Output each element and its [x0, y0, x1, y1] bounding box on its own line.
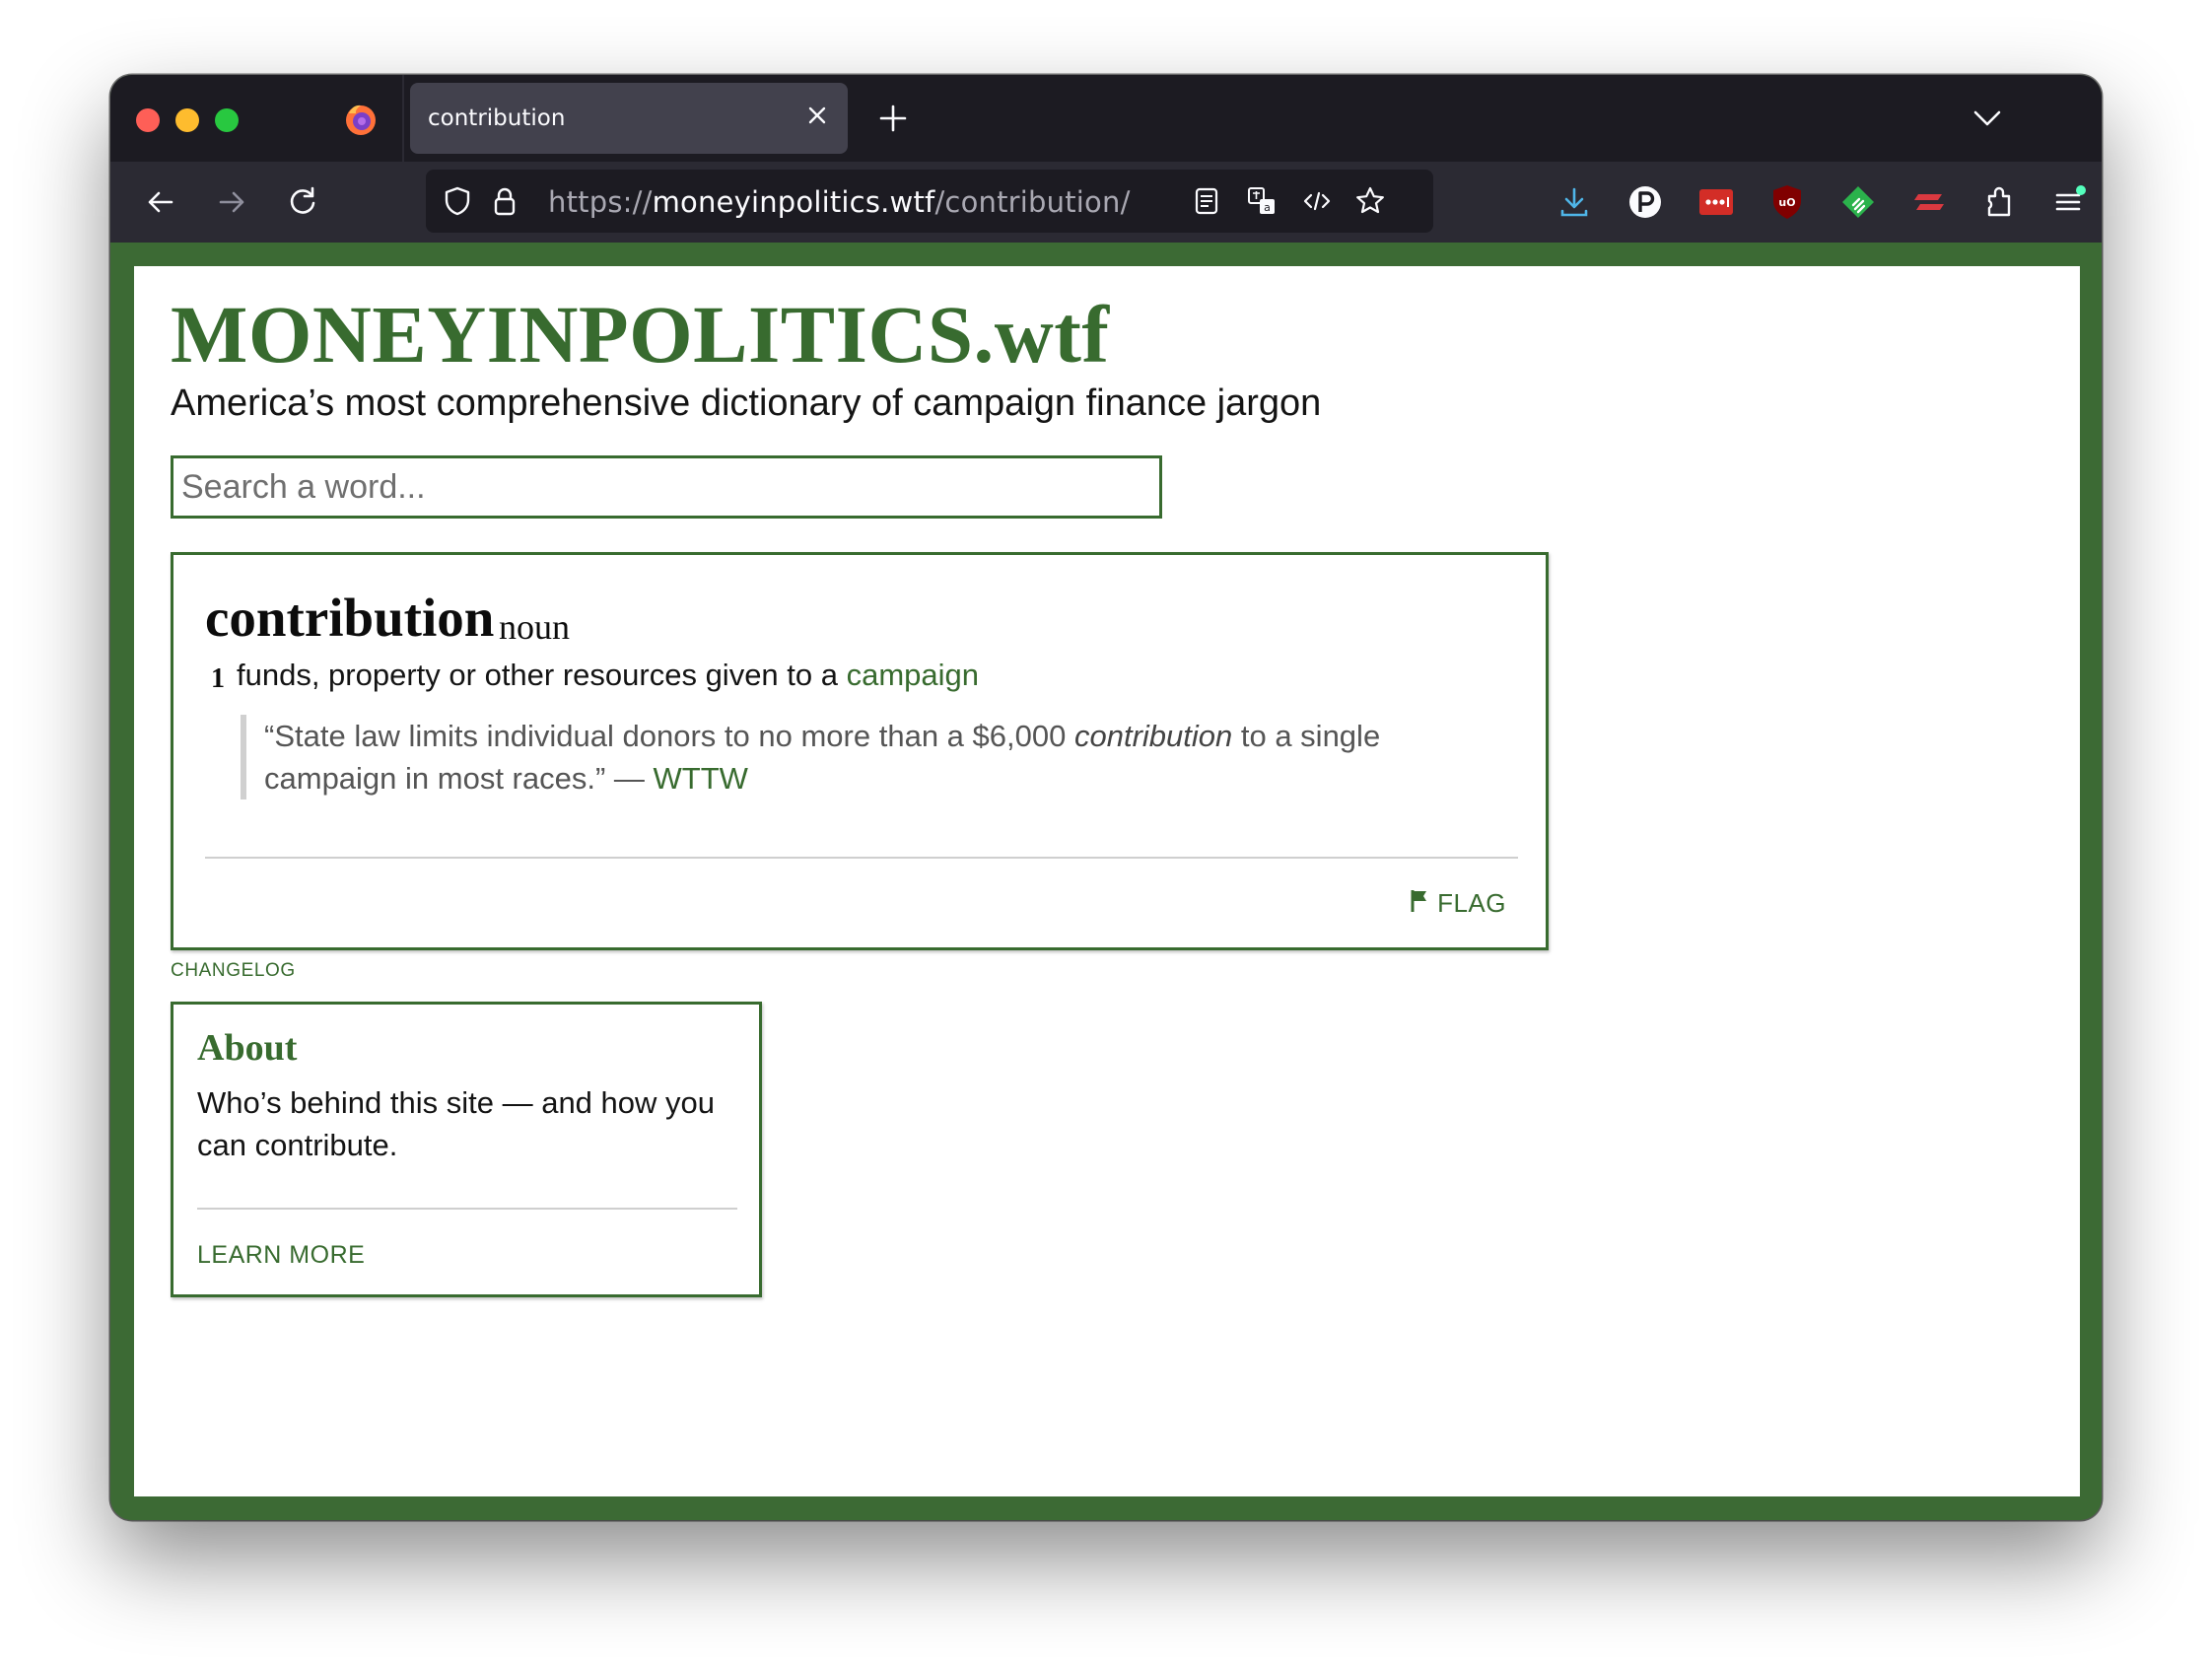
site-tagline: America’s most comprehensive dictionary …: [171, 382, 1322, 424]
url-host: moneyinpolitics.wtf: [652, 185, 935, 219]
usage-example-quote: “State law limits individual donors to n…: [241, 715, 1447, 799]
reader-view-icon[interactable]: [1189, 183, 1224, 219]
about-title: About: [197, 1027, 298, 1069]
flag-label: FLAG: [1437, 888, 1506, 918]
search-input[interactable]: [171, 455, 1162, 519]
firefox-icon: [346, 104, 376, 135]
address-bar[interactable]: https://moneyinpolitics.wtf/contribution…: [426, 170, 1433, 233]
definition-body: funds, property or other resources given…: [237, 658, 847, 692]
flag-button[interactable]: FLAG: [1410, 888, 1506, 919]
ublock-origin-icon[interactable]: uO: [1766, 181, 1808, 223]
extensions-puzzle-icon[interactable]: [1979, 181, 2021, 223]
url-scheme: https://: [548, 185, 653, 219]
url-text[interactable]: https://moneyinpolitics.wtf/contribution…: [548, 185, 1131, 219]
p-extension-icon[interactable]: [1624, 181, 1666, 223]
browser-window: contribution https://moneyinpolitics.wtf…: [110, 75, 2102, 1520]
definition-text: funds, property or other resources given…: [237, 658, 979, 693]
about-description: Who’s behind this site — and how you can…: [197, 1085, 716, 1162]
definition-card: contribution noun 1 funds, property or o…: [171, 552, 1549, 950]
close-window-button[interactable]: [136, 108, 160, 132]
part-of-speech: noun: [499, 607, 570, 647]
navigation-toolbar: https://moneyinpolitics.wtf/contribution…: [110, 162, 2102, 243]
entry-word: contribution: [205, 588, 495, 648]
quote-text-start: “State law limits individual donors to n…: [264, 719, 1074, 753]
bookmark-star-icon[interactable]: [1352, 183, 1388, 219]
learn-more-link[interactable]: LEARN MORE: [197, 1241, 365, 1270]
code-icon[interactable]: [1299, 183, 1335, 219]
site-title[interactable]: MONEYINPOLITICS.wtf: [171, 294, 1110, 376]
quote-term: contribution: [1073, 719, 1233, 753]
url-path: /contribution/: [934, 185, 1131, 219]
campaign-link[interactable]: campaign: [847, 658, 979, 692]
downloads-icon[interactable]: [1554, 181, 1595, 223]
password-manager-icon[interactable]: [1695, 181, 1737, 223]
browser-tab-active[interactable]: contribution: [410, 83, 848, 154]
new-tab-icon[interactable]: [873, 99, 913, 138]
hamburger-menu-icon[interactable]: [2048, 181, 2090, 223]
tracking-protection-shield-icon[interactable]: [440, 183, 475, 219]
svg-text:uO: uO: [1778, 196, 1795, 209]
translate-icon[interactable]: a: [1244, 183, 1279, 219]
divider: [205, 857, 1518, 859]
sense-number: 1: [211, 663, 225, 694]
zoom-window-button[interactable]: [215, 108, 239, 132]
chevron-down-icon[interactable]: [1970, 104, 2005, 132]
forward-arrow-icon[interactable]: [209, 179, 254, 225]
divider: [197, 1208, 737, 1210]
tab-divider: [402, 75, 404, 162]
reload-icon[interactable]: [280, 179, 325, 225]
flag-icon: [1411, 889, 1427, 912]
close-tab-icon[interactable]: [802, 101, 832, 130]
quote-source-link[interactable]: WTTW: [654, 761, 748, 796]
expressvpn-icon[interactable]: [1908, 181, 1950, 223]
back-arrow-icon[interactable]: [138, 179, 183, 225]
tab-title: contribution: [428, 105, 566, 131]
minimize-window-button[interactable]: [175, 108, 199, 132]
about-card: About Who’s behind this site — and how y…: [171, 1002, 762, 1297]
web-page: MONEYINPOLITICS.wtf America’s most compr…: [134, 266, 2080, 1496]
svg-text:a: a: [1264, 201, 1271, 214]
title-bar: contribution: [110, 75, 2102, 162]
changelog-link[interactable]: CHANGELOG: [171, 960, 296, 982]
lock-icon[interactable]: [487, 183, 522, 219]
feedly-icon[interactable]: [1837, 181, 1879, 223]
